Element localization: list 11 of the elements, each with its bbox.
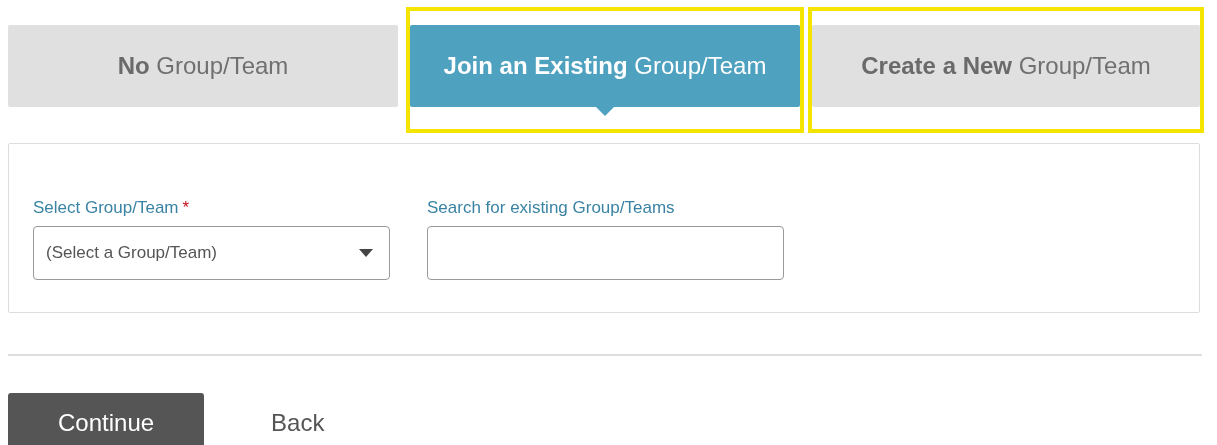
pointer-arrow: [596, 107, 614, 116]
caret-icon: [359, 249, 373, 257]
group-select[interactable]: (Select a Group/Team): [33, 226, 390, 280]
back-link[interactable]: Back: [228, 393, 368, 445]
field-label: Search for existing Group/Teams: [427, 198, 676, 218]
tab[interactable]: No Group/Team: [8, 25, 398, 107]
continue-button[interactable]: Continue: [8, 393, 205, 445]
tab[interactable]: Create a New Group/Team: [812, 25, 1200, 107]
field-label: Select Group/Team *: [33, 198, 191, 218]
search-field[interactable]: [427, 226, 784, 280]
required-mark: *: [182, 198, 190, 217]
